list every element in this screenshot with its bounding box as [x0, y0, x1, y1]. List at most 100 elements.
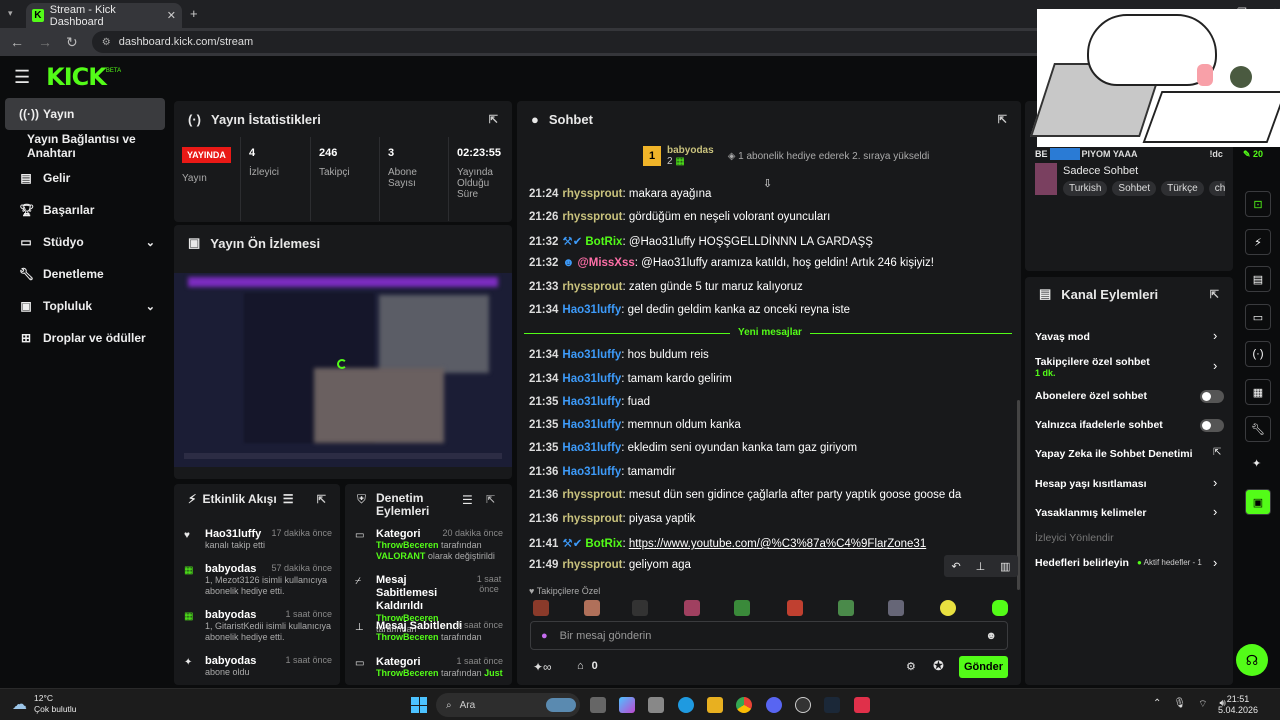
filter-icon[interactable]: ☰	[462, 493, 473, 507]
chat-message[interactable]: 21:36 Hao31luffy: tamamdir	[529, 466, 676, 478]
tag[interactable]: Turkish	[1063, 181, 1108, 196]
action-banned-words[interactable]: Yasaklanmış kelimeler	[1035, 507, 1147, 519]
rail-button-layout[interactable]: ▦	[1245, 379, 1271, 405]
message-username[interactable]: BotRix	[585, 236, 622, 248]
rail-button-chat[interactable]: ▭	[1245, 304, 1271, 330]
message-username[interactable]: rhyssprout	[562, 489, 622, 501]
emoji-icon[interactable]: ☻	[985, 630, 997, 642]
avatar[interactable]	[1230, 66, 1252, 88]
message-username[interactable]: rhyssprout	[562, 513, 622, 525]
discord-icon[interactable]	[766, 697, 782, 713]
chat-message[interactable]: 21:34 Hao31luffy: tamam kardo gelirim	[529, 373, 732, 385]
steam-icon[interactable]	[824, 697, 840, 713]
chat-message[interactable]: 21:35 Hao31luffy: fuad	[529, 396, 650, 408]
emote-icon[interactable]	[940, 600, 956, 616]
message-username[interactable]: rhyssprout	[562, 211, 622, 223]
emote-icon[interactable]	[992, 600, 1008, 616]
reload-icon[interactable]: ↻	[66, 34, 78, 51]
rail-button-clip[interactable]: ⊡	[1245, 191, 1271, 217]
message-username[interactable]: Hao31luffy	[562, 373, 621, 385]
tab-list-icon[interactable]: ▾	[8, 8, 13, 19]
menu-icon[interactable]: ☰	[14, 67, 30, 88]
start-icon[interactable]	[411, 697, 427, 713]
message-username[interactable]: rhyssprout	[562, 281, 622, 293]
message-username[interactable]: Hao31luffy	[562, 419, 621, 431]
users-icon[interactable]: ✪	[933, 658, 944, 674]
emote-icon[interactable]	[684, 600, 700, 616]
scroll-down-icon[interactable]: ⇩	[763, 177, 772, 190]
task-view-icon[interactable]	[590, 697, 606, 713]
emote-icon[interactable]	[632, 600, 648, 616]
chat-message[interactable]: 21:32 ☻ @MissXss: @Hao31luffy aramıza katı…	[529, 257, 934, 269]
valorant-icon[interactable]	[854, 697, 870, 713]
popout-icon[interactable]: ⇱	[998, 113, 1007, 126]
message-username[interactable]: Hao31luffy	[562, 442, 621, 454]
chat-message[interactable]: 21:34 Hao31luffy: hos buldum reis	[529, 349, 709, 361]
chat-message[interactable]: 21:35 Hao31luffy: ekledim seni oyundan ka…	[529, 442, 857, 454]
rail-button-notes[interactable]: ▤	[1245, 266, 1271, 292]
preview-video[interactable]	[174, 273, 512, 467]
emote-icon[interactable]	[787, 600, 803, 616]
sidebar-item-denetleme[interactable]: 🔧︎ Denetleme	[5, 258, 165, 290]
taskbar-search[interactable]: ⌕ Ara	[436, 693, 580, 717]
filter-icon[interactable]: ☰	[283, 492, 294, 506]
site-info-icon[interactable]: ⚙	[102, 37, 111, 48]
chevron-right-icon[interactable]: ›	[1213, 328, 1217, 343]
settings-icon[interactable]: ⚙	[906, 660, 916, 673]
chat-message[interactable]: 21:26 rhyssprout: gördüğüm en neşeli volo…	[529, 211, 830, 223]
message-username[interactable]: BotRix	[585, 538, 622, 550]
chat-message[interactable]: 21:24 rhyssprout: makara ayağına	[529, 188, 711, 200]
delete-icon[interactable]: ▥	[1000, 560, 1010, 573]
emote-chat-toggle[interactable]	[1200, 419, 1224, 432]
sidebar-item-gelir[interactable]: ▤ Gelir	[5, 162, 165, 194]
chat-message[interactable]: 21:35 Hao31luffy: memnun oldum kanka	[529, 419, 741, 431]
emote-icon[interactable]	[888, 600, 904, 616]
message-username[interactable]: Hao31luffy	[562, 396, 621, 408]
tray-chevron-icon[interactable]: ⌃	[1153, 698, 1161, 711]
chevron-right-icon[interactable]: ›	[1213, 555, 1217, 570]
store-points[interactable]: ⌂ 0	[577, 660, 598, 672]
copilot-icon[interactable]	[619, 697, 635, 713]
chrome-icon[interactable]	[736, 697, 752, 713]
chat-message[interactable]: 21:49 rhyssprout: geliyom aga	[529, 559, 691, 571]
new-tab-icon[interactable]: +	[190, 6, 198, 21]
message-username[interactable]: Hao31luffy	[562, 304, 621, 316]
mic-icon[interactable]: ●	[541, 630, 548, 642]
action-account-age[interactable]: Hesap yaşı kısıtlaması	[1035, 478, 1147, 490]
chat-message[interactable]: 21:32 ⚒✔ BotRix: @Hao31luffy HOŞŞGELLDİNNN…	[529, 234, 873, 248]
sidebar-item-topluluk[interactable]: ▣ Topluluk ⌄	[5, 290, 165, 322]
channel-category[interactable]: Sadece Sohbet	[1063, 165, 1138, 177]
support-button[interactable]: ☊	[1236, 644, 1268, 676]
tag[interactable]: Sohbet	[1112, 181, 1157, 196]
sidebar-item-stream-key[interactable]: Yayın Bağlantısı ve Anahtarı	[5, 130, 165, 162]
wifi-icon[interactable]: ⌔	[1198, 698, 1207, 711]
action-follower-chat[interactable]: Takipçilere özel sohbet 1 dk.	[1035, 356, 1150, 378]
rail-button-broadcast[interactable]: (·)	[1245, 341, 1271, 367]
chat-message[interactable]: 21:41 ⚒✔ BotRix: https://www.youtube.com/@…	[529, 536, 926, 550]
message-username[interactable]: @MissXss	[578, 257, 635, 269]
emote-icon[interactable]	[533, 600, 549, 616]
emote-icon[interactable]	[584, 600, 600, 616]
popout-icon[interactable]: ⇱	[489, 113, 498, 126]
rail-button-points[interactable]: ✦	[1252, 457, 1261, 470]
tag[interactable]: chi	[1208, 181, 1225, 196]
rail-button-quick[interactable]: ⚡︎	[1245, 229, 1271, 255]
message-text[interactable]: https://www.youtube.com/@%C3%87a%C4%9Fla…	[629, 538, 926, 550]
store-icon[interactable]	[648, 697, 664, 713]
message-username[interactable]: rhyssprout	[562, 559, 622, 571]
reply-icon[interactable]: ↶	[951, 560, 960, 573]
kick-logo[interactable]: KICK	[46, 63, 107, 91]
action-slow-mode[interactable]: Yavaş mod	[1035, 331, 1090, 343]
chevron-right-icon[interactable]: ›	[1213, 504, 1217, 519]
weather-widget[interactable]: 12°C Çok bulutlu	[34, 693, 77, 715]
explorer-icon[interactable]	[707, 697, 723, 713]
emote-icon[interactable]	[838, 600, 854, 616]
sub-chat-toggle[interactable]	[1200, 390, 1224, 403]
rail-button-mod[interactable]: 🔧︎	[1245, 416, 1271, 442]
clock[interactable]: 21:51 5.04.2026	[1218, 694, 1258, 716]
points-icon[interactable]: ✦∞	[533, 660, 552, 674]
message-username[interactable]: Hao31luffy	[562, 466, 621, 478]
send-button[interactable]: Gönder	[959, 656, 1008, 678]
chat-message[interactable]: 21:33 rhyssprout: zaten günde 5 tur maruz…	[529, 281, 803, 293]
pinned-gifter-banner[interactable]: 1 babyodas 2 ▦ ◈ 1 abonelik hediye ederek…	[643, 145, 929, 167]
